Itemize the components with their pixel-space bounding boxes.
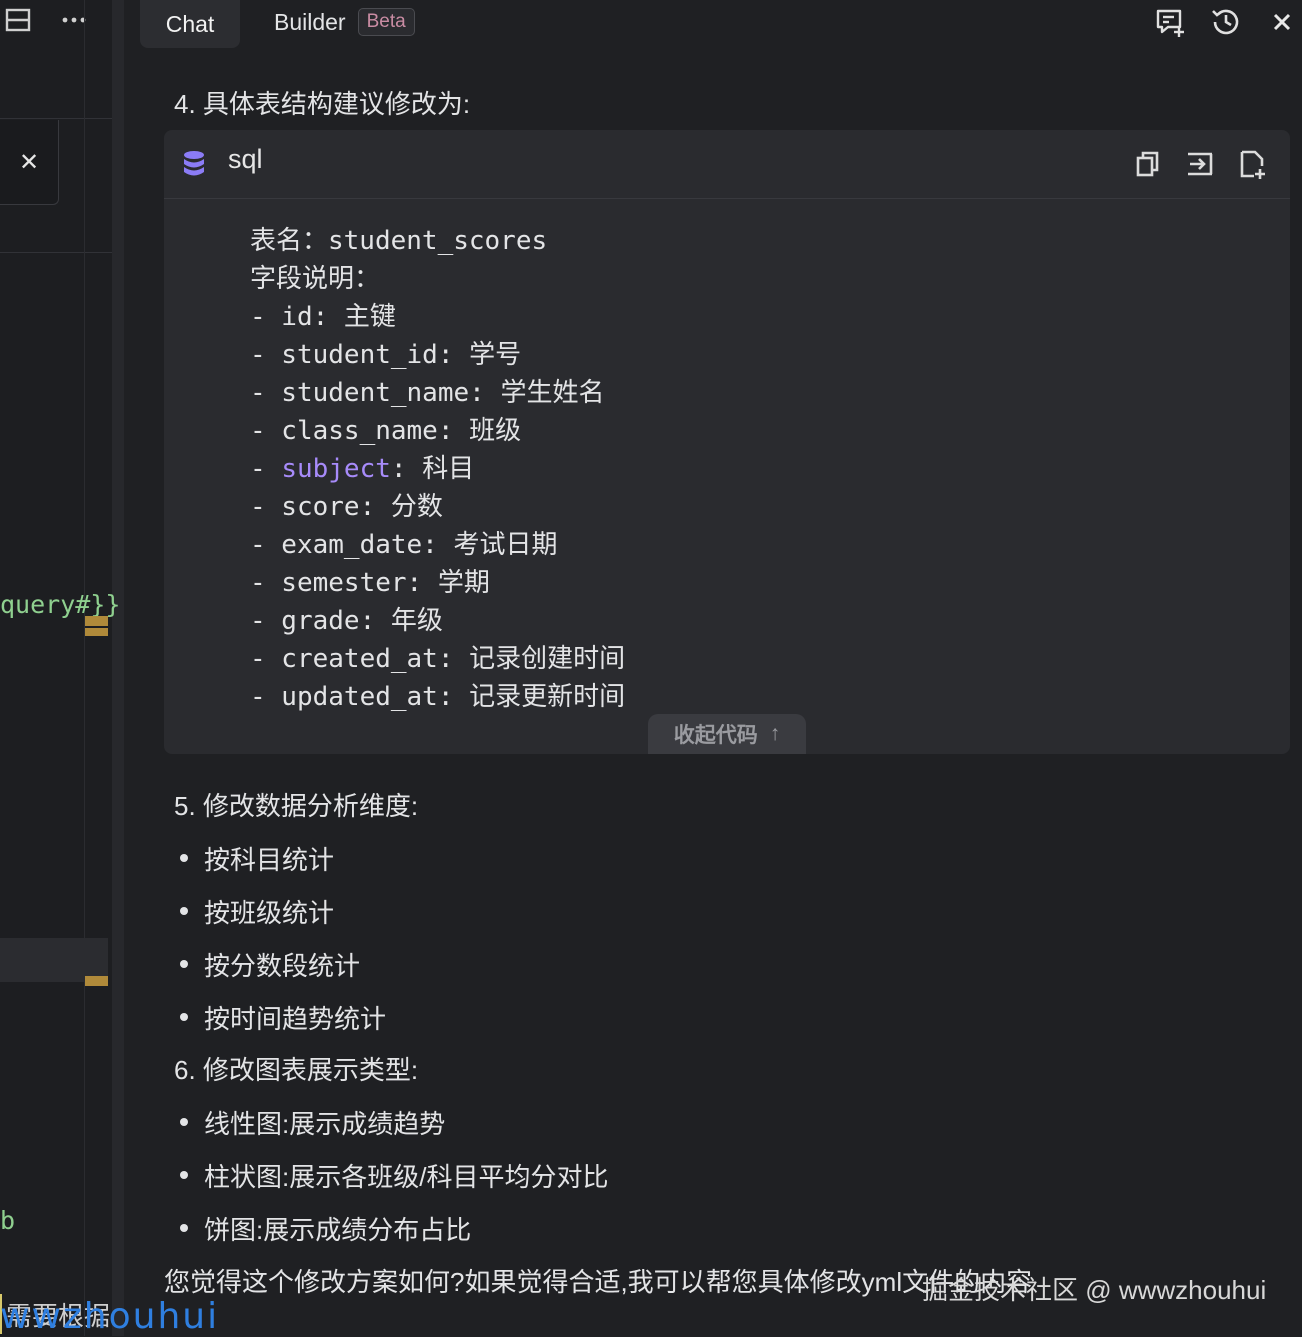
close-icon: ✕ [18, 148, 40, 176]
change-marker [85, 616, 108, 626]
code-text: : 科目 [390, 454, 475, 484]
code-block: sql 1表名：student_scores2字段说明：3- id: 主键4- … [164, 130, 1290, 754]
code-block-header: sql [164, 130, 1290, 199]
code-text: - student_id: 学号 [250, 340, 522, 370]
arrow-up-icon: ↑ [769, 722, 781, 745]
code-text: 字段说明： [250, 264, 381, 294]
list-item: 按科目统计 [204, 845, 335, 875]
code-text: - grade: 年级 [250, 606, 443, 636]
editor-panel: ✕ query#}} b 需要根据 wwzhouhui [0, 0, 217, 1337]
list-item: 线性图:展示成绩趋势 [204, 1109, 446, 1139]
more-options-icon[interactable] [58, 4, 90, 36]
bullet-dot [180, 1171, 188, 1179]
close-icon[interactable] [1262, 2, 1302, 42]
code-text: - [250, 454, 282, 484]
chat-topbar: Chat Builder Beta [124, 0, 1302, 48]
line-content: - score: 分数 [250, 486, 443, 523]
list-item: 按时间趋势统计 [204, 1004, 387, 1034]
list-item: 按班级统计 [204, 898, 335, 928]
tab-builder-label: Builder [274, 8, 346, 35]
section-5-title: 5. 修改数据分析维度: [174, 791, 419, 821]
closing-message: 您觉得这个修改方案如何?如果觉得合适,我可以帮您具体修改yml文件的内容 [164, 1267, 1033, 1297]
line-content: - subject: 科目 [250, 448, 474, 485]
watermark-text: 掘金技术社区 @ wwwzhouhui [922, 1275, 1267, 1305]
code-fragment: b [0, 1206, 16, 1235]
line-content: - student_id: 学号 [250, 334, 521, 371]
bullet-dot [180, 907, 188, 915]
insert-code-icon[interactable] [1184, 148, 1216, 180]
bullet-dot [180, 1224, 188, 1232]
code-fragment: query#}} [0, 590, 121, 619]
line-content: - student_name: 学生姓名 [250, 372, 604, 409]
line-content: - created_at: 记录创建时间 [250, 638, 625, 675]
copy-icon[interactable] [1132, 148, 1164, 180]
list-item: 柱状图:展示各班级/科目平均分对比 [204, 1162, 609, 1192]
line-content: - id: 主键 [250, 296, 396, 333]
bullet-dot [180, 1118, 188, 1126]
code-text: - created_at: 记录创建时间 [250, 644, 626, 674]
collapse-code-label: 收起代码 [673, 724, 758, 747]
tab-chat[interactable]: Chat [140, 0, 240, 48]
line-content: - semester: 学期 [250, 562, 490, 599]
bullet-dot [180, 854, 188, 862]
code-keyword: subject [281, 454, 391, 484]
change-marker [85, 628, 108, 636]
line-content: - class_name: 班级 [250, 410, 521, 447]
watermark-text: wwzhouhui [0, 1296, 220, 1337]
code-text: - semester: 学期 [250, 568, 490, 598]
change-marker [85, 976, 108, 986]
line-content: - grade: 年级 [250, 600, 443, 637]
bullet-dot [180, 1013, 188, 1021]
list-item: 饼图:展示成绩分布占比 [204, 1215, 472, 1245]
code-text: - id: 主键 [250, 302, 396, 332]
line-content: - updated_at: 记录更新时间 [250, 676, 625, 713]
tab-chat-label: Chat [165, 10, 215, 37]
close-panel-button[interactable]: ✕ [0, 120, 59, 205]
code-language-label: sql [228, 144, 263, 174]
line-content: 表名：student_scores [250, 220, 547, 257]
code-text: - exam_date: 考试日期 [250, 530, 558, 560]
code-text: 表名：student_scores [250, 226, 548, 256]
tab-builder[interactable]: Builder Beta [274, 0, 415, 44]
section-6-title: 6. 修改图表展示类型: [174, 1055, 419, 1085]
history-icon[interactable] [1206, 2, 1246, 42]
code-text: - score: 分数 [250, 492, 443, 522]
list-item: 按分数段统计 [204, 951, 361, 981]
beta-badge: Beta [357, 8, 415, 36]
database-icon [184, 151, 204, 176]
code-text: - class_name: 班级 [250, 416, 522, 446]
code-text: - student_name: 学生姓名 [250, 378, 605, 408]
new-chat-icon[interactable] [1150, 2, 1190, 42]
line-content: - exam_date: 考试日期 [250, 524, 558, 561]
scrollbar-gutter[interactable] [112, 0, 124, 1336]
collapse-code-button[interactable]: 收起代码 ↑ [648, 714, 806, 754]
split-layout-icon[interactable] [2, 4, 34, 36]
bullet-dot [180, 960, 188, 968]
code-text: - updated_at: 记录更新时间 [250, 682, 626, 712]
new-file-icon[interactable] [1236, 148, 1268, 180]
section-4-title: 4. 具体表结构建议修改为: [174, 89, 471, 119]
line-content: 字段说明： [250, 258, 380, 295]
